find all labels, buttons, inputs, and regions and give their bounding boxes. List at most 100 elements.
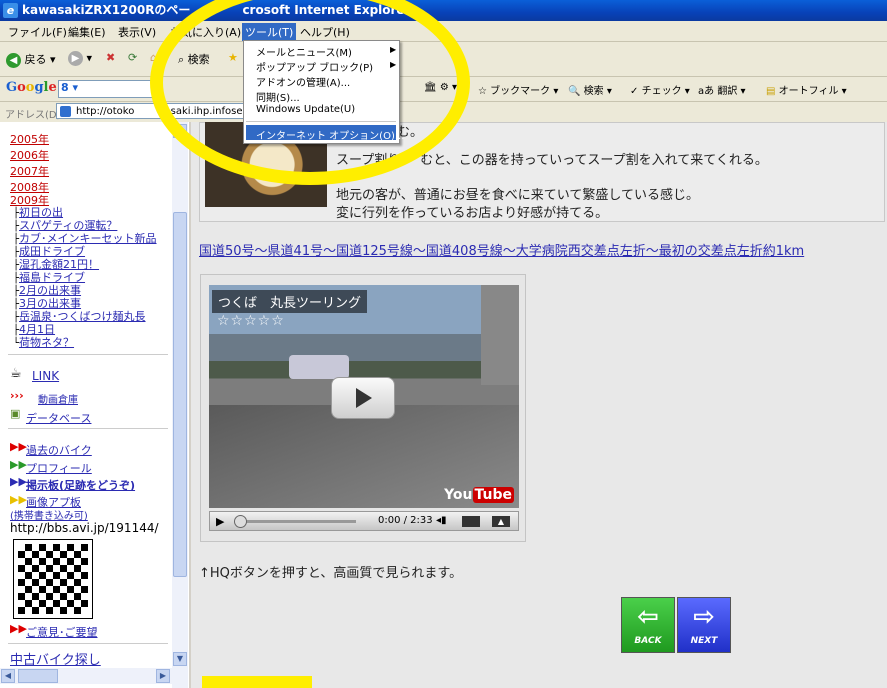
menu-item-popup-block[interactable]: ポップアップ ブロック(P) (256, 59, 373, 74)
profile-link[interactable]: プロフィール (26, 460, 92, 476)
tools-dropdown-menu: メールとニュース(M) ▶ ポップアップ ブロック(P) ▶ アドオンの管理(A… (243, 40, 404, 144)
menu-expand-icon[interactable]: ▲ (492, 516, 510, 527)
gsearch-button[interactable]: 🔍 検索 ▾ (568, 82, 612, 97)
abc-check-icon: ✓ (630, 86, 639, 97)
post-link[interactable]: カブ･メインキーセット新品 (19, 232, 157, 245)
feedback-link[interactable]: ご意見･ご要望 (26, 624, 98, 640)
menu-item-addons[interactable]: アドオンの管理(A)... (256, 74, 350, 89)
year-link[interactable]: 2007年 (10, 163, 49, 179)
menu-item-internet-options[interactable]: インターネット オプション(O)... (256, 127, 404, 142)
qr-code-image (13, 539, 93, 619)
seek-bar[interactable] (236, 520, 356, 523)
menu-file[interactable]: ファイル(F) (8, 24, 67, 40)
google-logo: Google (6, 80, 57, 95)
autofill-icon: ▤ (766, 86, 776, 97)
post-link[interactable]: 福島ドライブ (19, 271, 85, 284)
seek-handle[interactable] (234, 515, 247, 528)
blue-arrow-icon: ▶▶ (10, 475, 27, 488)
google-search-input[interactable]: 8 ▾ (58, 80, 155, 98)
play-button[interactable] (331, 377, 395, 419)
forward-arrow-icon: ▶ (68, 51, 83, 66)
post-link[interactable]: 岳温泉･つくばつけ麺丸長 (19, 310, 146, 323)
post-tree: ├初日の出 ├スパゲティの運転？ ├カブ･メインキーセット新品 ├成田ドライブ … (13, 206, 157, 350)
mobile-post-link[interactable]: (携帯書き込み可) (10, 507, 88, 522)
bbs-link[interactable]: 掲示板(足跡をどうぞ) (26, 477, 135, 493)
video-rating[interactable]: ☆☆☆☆☆ (217, 313, 285, 329)
database-link[interactable]: データベース (26, 410, 91, 426)
submenu-arrow-icon: ▶ (390, 60, 397, 69)
video-time: 0:00 / 2:33 (378, 515, 433, 526)
link-header[interactable]: LINK (32, 369, 59, 383)
menu-item-mail[interactable]: メールとニュース(M) (256, 44, 352, 59)
post-link[interactable]: 荷物ネタ？ (19, 336, 74, 349)
green-arrow-icon: ▶▶ (10, 458, 27, 471)
triple-arrow-icon: ››› (10, 389, 24, 402)
back-nav-button[interactable]: ⇦ BACK (621, 597, 675, 653)
main-content: む。 スープ割り むと、この器を持っていってスープ割を入れて来てくれる。 地元の客… (191, 122, 887, 688)
video-warehouse-link[interactable]: 動画倉庫 (38, 391, 78, 406)
bookmark-star-icon: ☆ (478, 86, 487, 97)
bookmark-button[interactable]: ☆ ブックマーク ▾ (478, 82, 558, 97)
scroll-down-icon[interactable]: ▼ (173, 652, 187, 666)
post-link[interactable]: 湿孔金額21円！ (19, 258, 99, 271)
youtube-player[interactable]: つくば 丸長ツーリング ☆☆☆☆☆ You Tube ▶ 0:00 / 2:33 … (200, 274, 526, 542)
youtube-logo[interactable]: You Tube (444, 487, 514, 503)
sidebar-scrollbar[interactable]: ▲ ▼ (172, 122, 188, 688)
autofill-button[interactable]: ▤ オートフィル ▾ (766, 82, 847, 97)
refresh-icon[interactable]: ⟳ (128, 51, 137, 64)
yellow-arrow-icon: ▶▶ (10, 493, 27, 506)
video-title: つくば 丸長ツーリング (212, 290, 368, 313)
post-link[interactable]: 初日の出 (19, 206, 63, 219)
back-nav-arrow-icon: ⇦ (637, 602, 659, 632)
post-text: 変に行列を作っているお店より好感が持てる。 (336, 206, 609, 221)
ie-icon: e (3, 3, 18, 18)
menu-item-windows-update[interactable]: Windows Update(U) (256, 104, 355, 115)
next-nav-button[interactable]: ⇨ NEXT (677, 597, 731, 653)
fullscreen-icon[interactable] (462, 516, 480, 527)
stop-icon[interactable]: ✖ (106, 51, 115, 64)
menu-view[interactable]: 表示(V) (118, 24, 156, 40)
used-bike-link[interactable]: 中古バイク探し (10, 649, 101, 668)
scroll-left-icon[interactable]: ◀ (1, 669, 15, 683)
video-frame[interactable]: つくば 丸長ツーリング ☆☆☆☆☆ You Tube (209, 285, 519, 508)
hq-note: ↑HQボタンを押すと、高画質で見られます。 (199, 566, 463, 581)
post-text: 地元の客が、普通にお昼を食べに来ていて繁盛している感じ。 (336, 188, 699, 203)
red-arrow-icon: ▶▶ (10, 440, 27, 453)
play-icon[interactable]: ▶ (216, 515, 224, 528)
bbs-url: http://bbs.avi.jp/191144/ (10, 521, 159, 535)
submenu-arrow-icon: ▶ (390, 45, 397, 54)
volume-icon[interactable]: ◂▮ (436, 515, 447, 526)
page-icon (60, 106, 71, 117)
video-controls: ▶ 0:00 / 2:33 ◂▮ ▲ (209, 511, 519, 531)
year-link[interactable]: 2006年 (10, 147, 49, 163)
next-nav-arrow-icon: ⇨ (693, 602, 715, 632)
year-link[interactable]: 2005年 (10, 131, 49, 147)
post-link[interactable]: スパゲティの運転？ (19, 219, 117, 232)
back-arrow-icon: ◀ (6, 52, 21, 68)
divider (8, 428, 168, 429)
spellcheck-button[interactable]: ✓ チェック ▾ (630, 82, 690, 97)
post-link[interactable]: 成田ドライブ (19, 245, 85, 258)
past-bikes-link[interactable]: 過去のバイク (26, 442, 92, 458)
forward-button[interactable]: ▶ ▾ (68, 51, 92, 66)
post-link[interactable]: 3月の出来事 (19, 297, 81, 310)
menu-edit[interactable]: 編集(E) (68, 24, 106, 40)
coffee-icon: ☕ (10, 366, 22, 381)
post-link[interactable]: 4月1日 (19, 323, 55, 336)
menu-item-sync[interactable]: 同期(S)... (256, 89, 300, 104)
route-link[interactable]: 国道50号～県道41号～国道125号線～国道408号線～大学病院西交差点左折～最… (199, 240, 804, 259)
post-link[interactable]: 2月の出来事 (19, 284, 81, 297)
search-icon: 🔍 (568, 86, 581, 97)
window-titlebar: e kawasakiZRX1200Rのペー crosoft Internet Ex… (0, 0, 887, 21)
divider (8, 643, 168, 644)
address-label: アドレス(D) (5, 110, 61, 121)
red-arrow-icon: ▶▶ (10, 622, 27, 635)
partial-banner (202, 676, 312, 688)
translate-button[interactable]: aあ 翻訳 ▾ (698, 82, 746, 97)
sidebar-hscrollbar[interactable]: ◀ ▶ (0, 668, 172, 684)
scrollbar-thumb[interactable] (173, 212, 187, 577)
hscroll-thumb[interactable] (18, 669, 58, 683)
menu-separator (246, 121, 396, 122)
scroll-right-icon[interactable]: ▶ (156, 669, 170, 683)
back-button[interactable]: ◀ 戻る ▾ (6, 51, 56, 68)
